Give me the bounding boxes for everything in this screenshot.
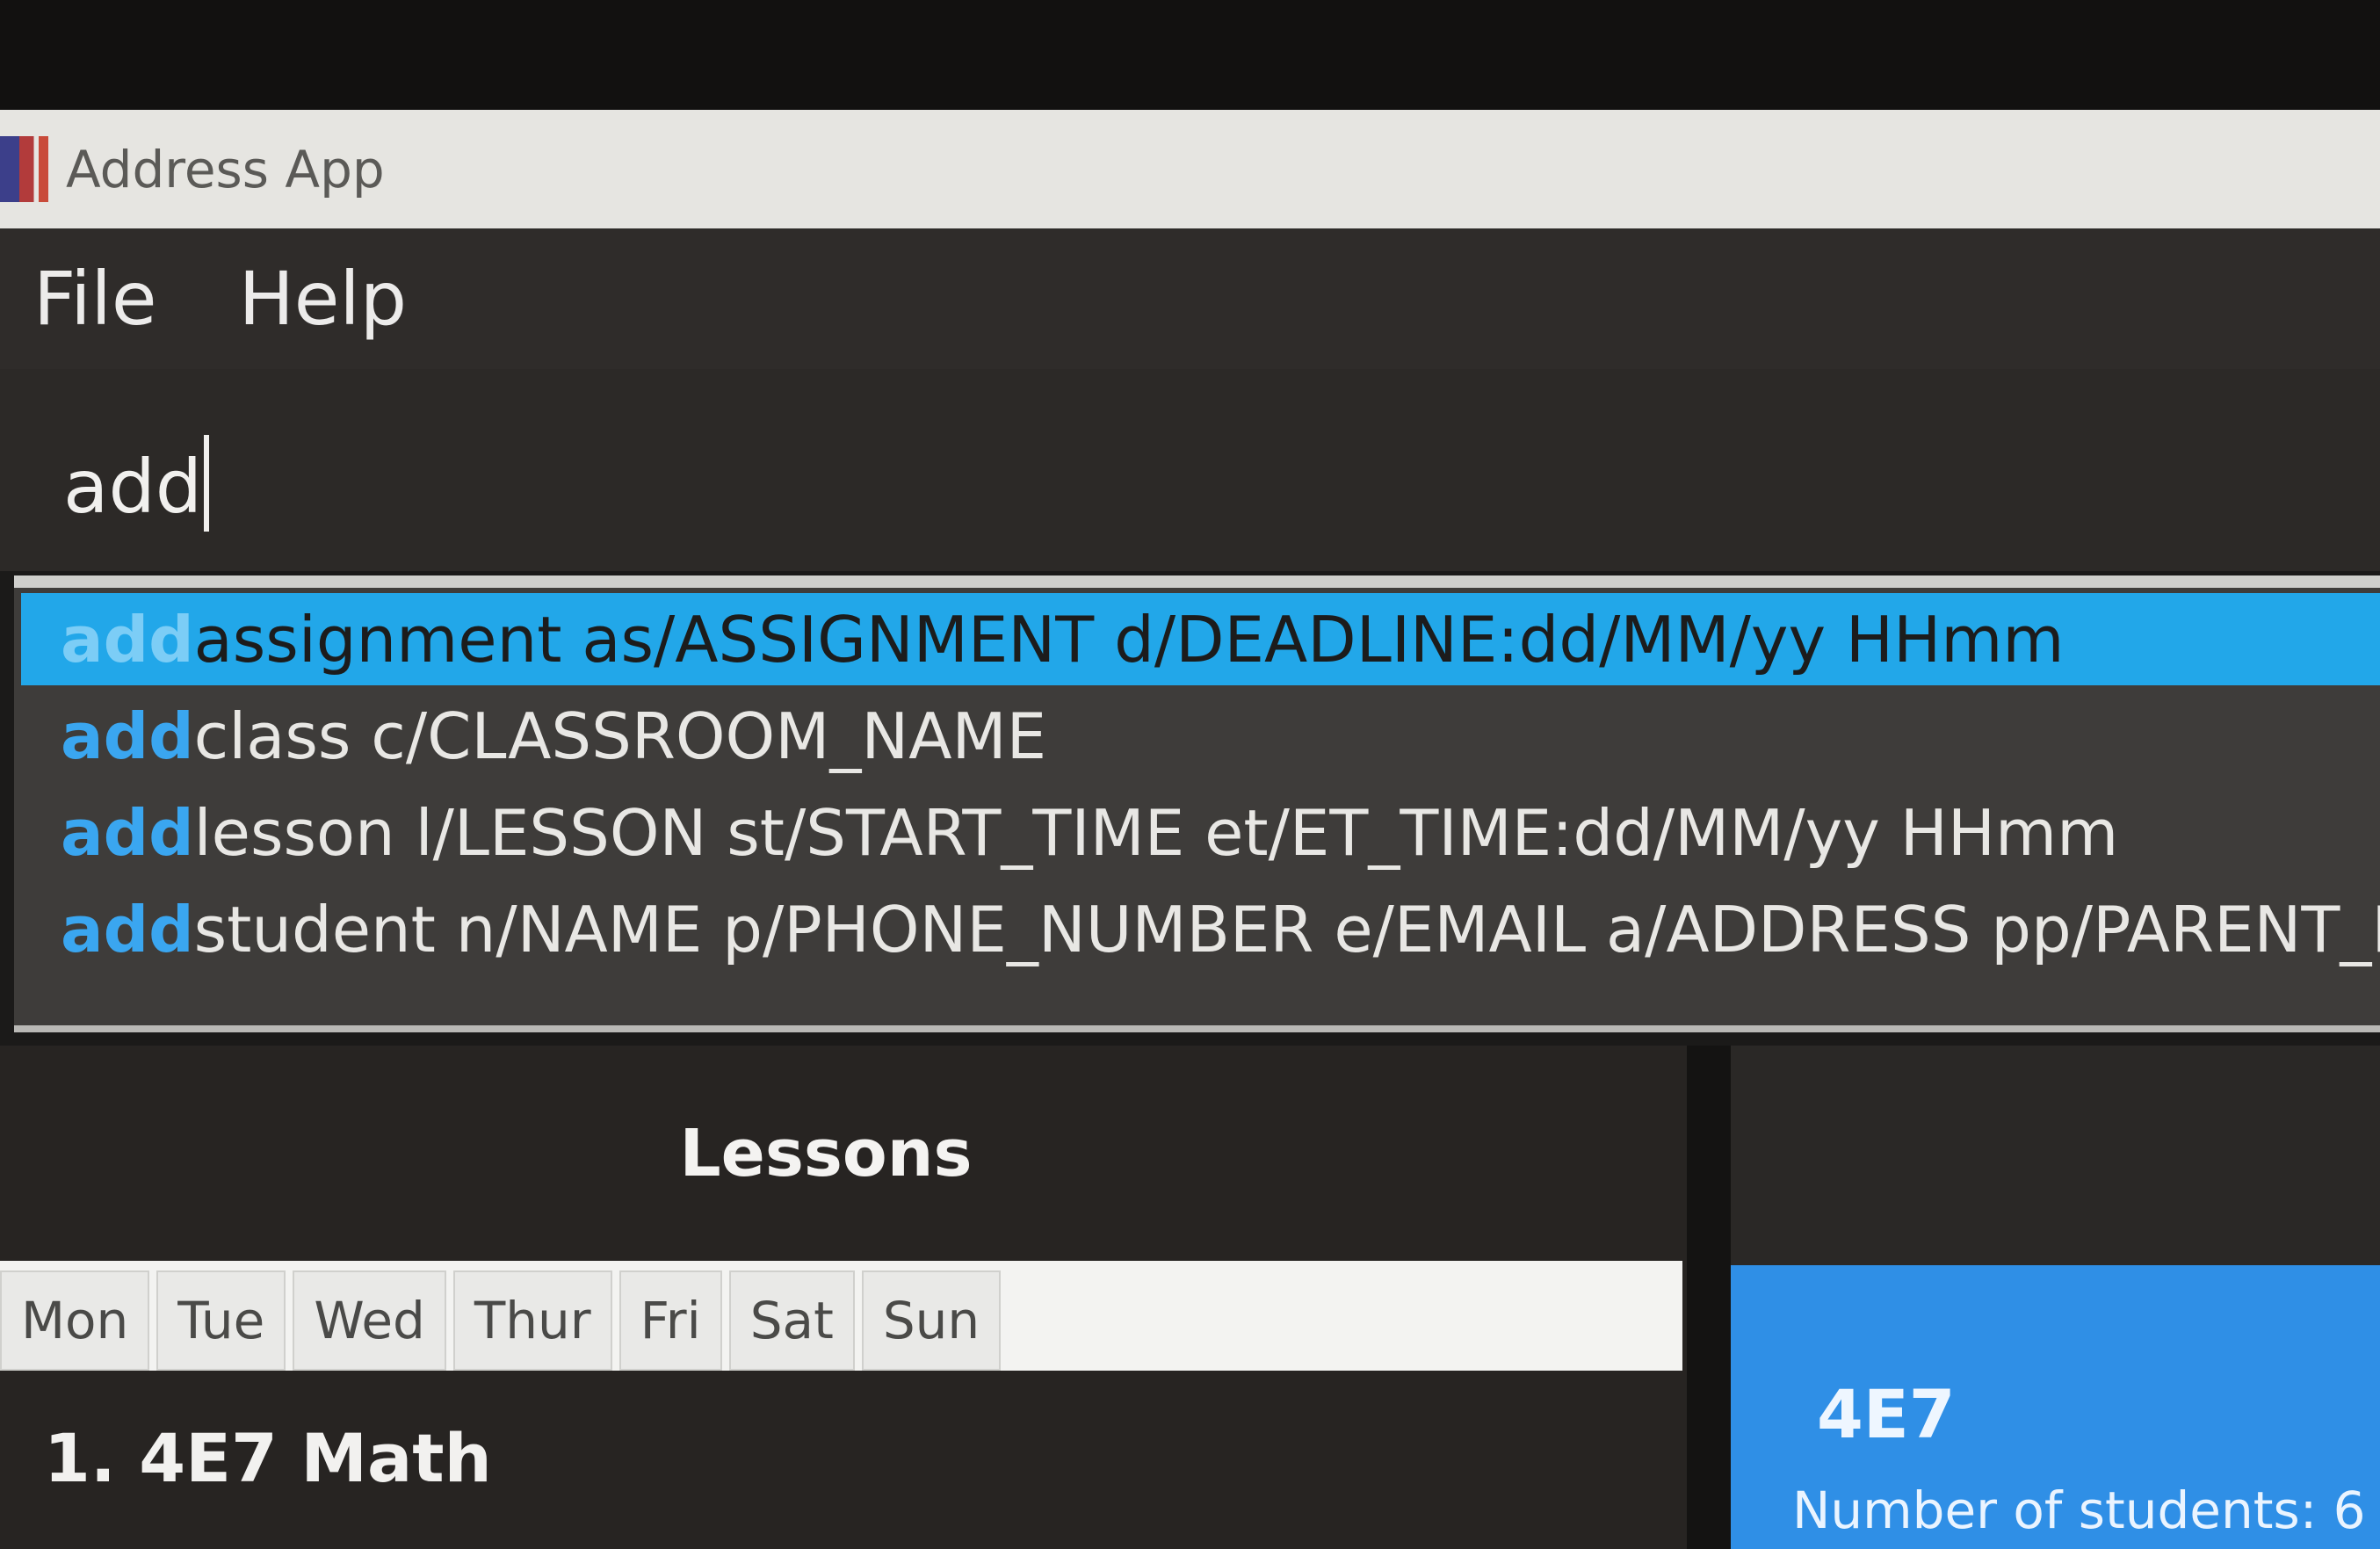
student-count: Number of students: 6	[1792, 1480, 2366, 1540]
suggestion-prefix: add	[61, 602, 194, 677]
class-panel: 4E7 Number of students: 6	[1731, 1046, 2380, 1549]
lessons-panel: Lessons Mon Tue Wed Thur Fri Sat Sun 1. …	[0, 1046, 1687, 1549]
menu-help[interactable]: Help	[239, 256, 408, 342]
dropdown-border	[14, 575, 2380, 588]
suggestion-prefix: add	[61, 698, 194, 773]
suggestion-prefix: add	[61, 795, 194, 870]
tab-thur[interactable]: Thur	[452, 1270, 612, 1371]
suggestion-text: student n/NAME p/PHONE_NUMBER e/EMAIL a/…	[193, 892, 2380, 966]
suggestion-addstudent[interactable]: add student n/NAME p/PHONE_NUMBER e/EMAIL…	[21, 883, 2380, 975]
suggestion-addclass[interactable]: add class c/CLASSROOM_NAME	[21, 690, 2380, 782]
tab-wed[interactable]: Wed	[293, 1270, 446, 1371]
tab-tue[interactable]: Tue	[156, 1270, 286, 1371]
panel-divider[interactable]	[1687, 1046, 1731, 1549]
day-tabs: Mon Tue Wed Thur Fri Sat Sun	[0, 1261, 1682, 1371]
suggestion-text: assignment as/ASSIGNMENT d/DEADLINE:dd/M…	[193, 602, 2065, 677]
menu-file[interactable]: File	[33, 256, 157, 342]
menu-bar: File Help	[0, 228, 2380, 369]
command-box[interactable]: add	[0, 369, 2380, 571]
title-bar: Address App	[0, 110, 2380, 228]
tab-sat[interactable]: Sat	[728, 1270, 855, 1371]
tab-mon[interactable]: Mon	[0, 1270, 150, 1371]
tab-sun[interactable]: Sun	[861, 1270, 1002, 1371]
autocomplete-dropdown: add assignment as/ASSIGNMENT d/DEADLINE:d…	[14, 575, 2380, 1032]
lesson-list-item[interactable]: 1. 4E7 Math	[44, 1419, 492, 1497]
command-input[interactable]: add	[63, 435, 210, 532]
suggestion-text: class c/CLASSROOM_NAME	[193, 698, 1047, 773]
tab-fri[interactable]: Fri	[619, 1270, 722, 1371]
class-card[interactable]: 4E7 Number of students: 6	[1731, 1265, 2380, 1549]
monitor-bezel	[0, 0, 2380, 110]
class-name: 4E7	[1817, 1375, 1956, 1453]
suggestion-addassignment[interactable]: add assignment as/ASSIGNMENT d/DEADLINE:d…	[21, 593, 2380, 685]
suggestion-addlesson[interactable]: add lesson l/LESSON st/START_TIME et/ET_T…	[21, 786, 2380, 879]
lessons-title: Lessons	[679, 1116, 973, 1191]
text-cursor	[204, 435, 210, 532]
app-icon	[0, 136, 48, 202]
window-title: Address App	[66, 139, 385, 199]
command-text: add	[63, 444, 203, 530]
suggestion-text: lesson l/LESSON st/START_TIME et/ET_TIME…	[193, 795, 2119, 870]
suggestion-prefix: add	[61, 892, 194, 966]
